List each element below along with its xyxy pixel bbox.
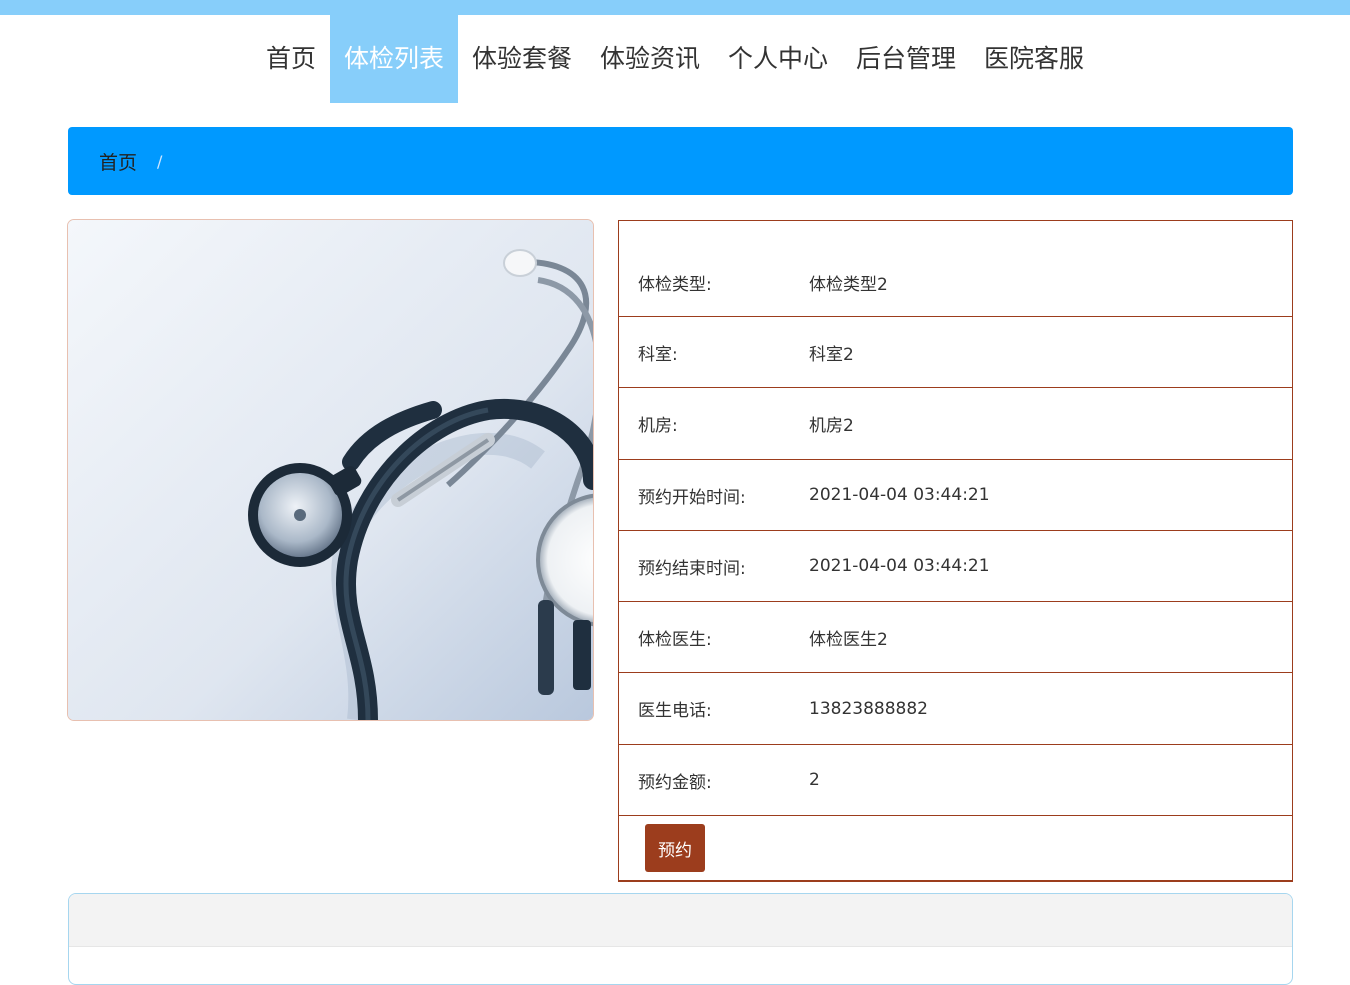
nav-item-news[interactable]: 体验资讯	[586, 15, 714, 103]
price-value: 2	[809, 770, 820, 790]
department-value: 科室2	[809, 344, 854, 365]
department-label: 科室:	[638, 344, 678, 365]
exam-type-label: 体检类型:	[638, 275, 712, 295]
top-accent-bar	[0, 0, 1350, 15]
nav-item-user-center[interactable]: 个人中心	[714, 15, 842, 103]
nav-item-admin[interactable]: 后台管理	[842, 15, 970, 103]
breadcrumb: 首页 /	[68, 127, 1293, 195]
nav-item-customer-service[interactable]: 医院客服	[970, 15, 1098, 103]
detail-row-start-time: 预约开始时间: 2021-04-04 03:44:21	[619, 460, 1292, 531]
main-nav: 首页 体检列表 体验套餐 体验资讯 个人中心 后台管理 医院客服	[0, 15, 1350, 103]
detail-row-room: 机房: 机房2	[619, 388, 1292, 460]
detail-row-end-time: 预约结束时间: 2021-04-04 03:44:21	[619, 531, 1292, 602]
footer-panel	[68, 893, 1293, 985]
detail-row-exam-type: 体检类型: 体检类型2	[619, 221, 1292, 317]
footer-panel-header	[69, 894, 1292, 947]
nav-item-packages[interactable]: 体验套餐	[458, 15, 586, 103]
breadcrumb-home-link[interactable]: 首页	[99, 148, 137, 175]
book-button[interactable]: 预约	[645, 824, 705, 872]
exam-detail-table: 体检类型: 体检类型2 科室: 科室2 机房: 机房2 预约开始时间: 2021…	[618, 220, 1293, 882]
nav-item-exam-list[interactable]: 体检列表	[329, 15, 458, 103]
price-label: 预约金额:	[638, 772, 712, 793]
breadcrumb-separator: /	[157, 151, 163, 171]
detail-row-price: 预约金额: 2	[619, 745, 1292, 816]
detail-row-doctor-phone: 医生电话: 13823888882	[619, 673, 1292, 745]
doctor-phone-value: 13823888882	[809, 698, 928, 719]
stethoscope-image	[68, 220, 593, 720]
start-time-value: 2021-04-04 03:44:21	[809, 485, 990, 505]
room-value: 机房2	[809, 416, 854, 436]
end-time-label: 预约结束时间:	[638, 558, 746, 579]
end-time-value: 2021-04-04 03:44:21	[809, 556, 990, 576]
detail-row-doctor: 体检医生: 体检医生2	[619, 602, 1292, 673]
exam-type-value: 体检类型2	[809, 275, 888, 295]
start-time-label: 预约开始时间:	[638, 487, 746, 508]
doctor-label: 体检医生:	[638, 629, 712, 650]
doctor-value: 体检医生2	[809, 629, 888, 650]
exam-image	[67, 219, 594, 721]
detail-row-department: 科室: 科室2	[619, 317, 1292, 388]
room-label: 机房:	[638, 416, 678, 436]
doctor-phone-label: 医生电话:	[638, 701, 712, 721]
nav-item-home[interactable]: 首页	[252, 15, 330, 103]
